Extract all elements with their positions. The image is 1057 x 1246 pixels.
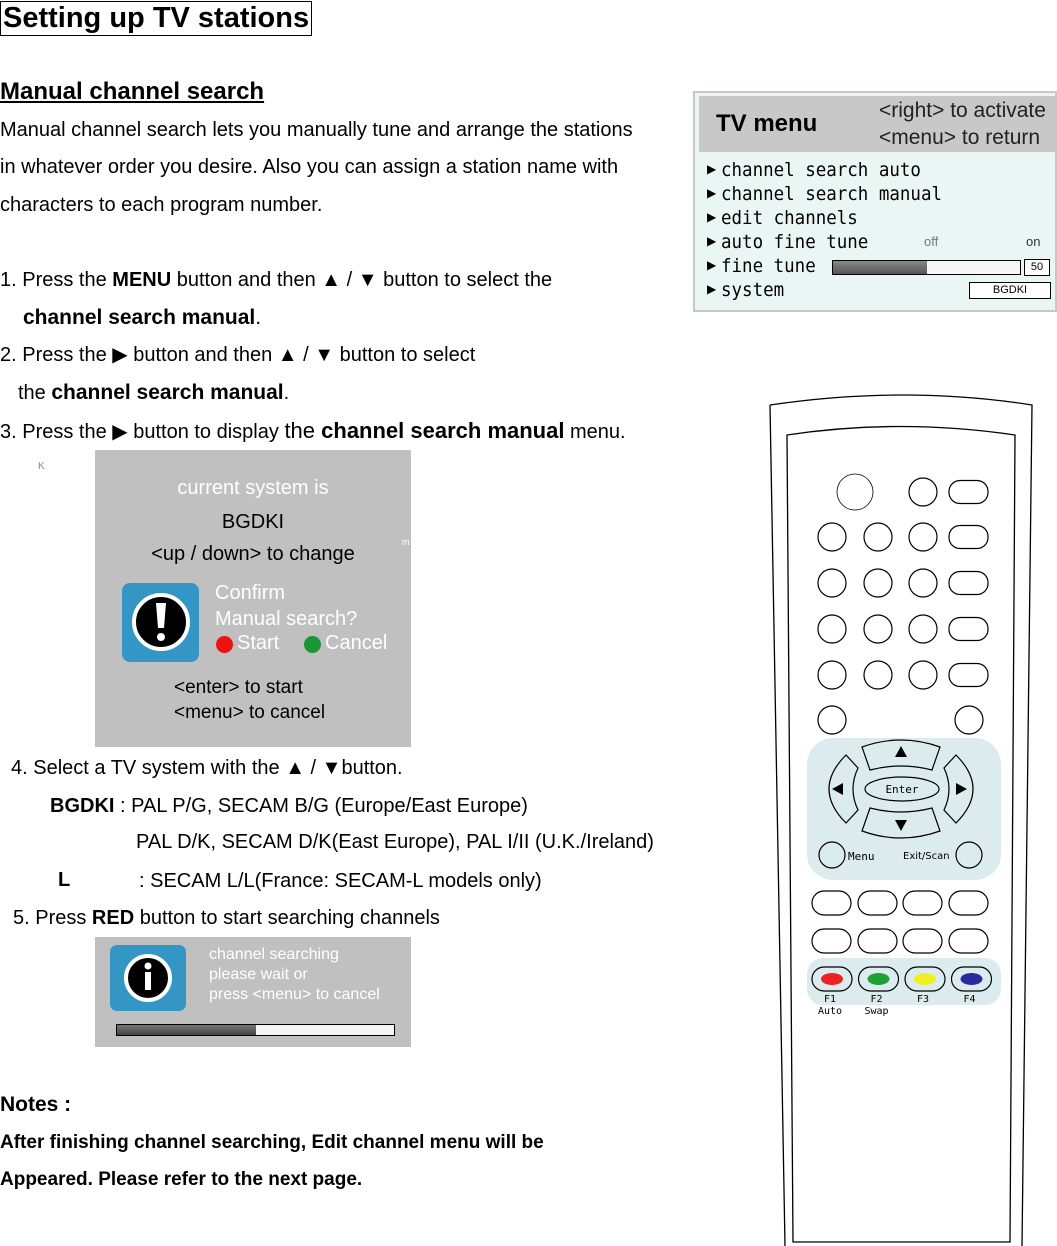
power-button[interactable] bbox=[836, 473, 874, 511]
number-button[interactable] bbox=[817, 614, 847, 644]
f-key-label: F4 bbox=[963, 994, 975, 1005]
color-key-icon bbox=[914, 973, 936, 985]
remote-button[interactable] bbox=[817, 705, 847, 735]
f-key-label: F2 bbox=[870, 994, 882, 1005]
number-button[interactable] bbox=[908, 522, 938, 552]
number-button[interactable] bbox=[863, 568, 893, 598]
remote-button[interactable] bbox=[908, 477, 938, 507]
f-key-sublabel: Auto bbox=[818, 1006, 842, 1017]
remote-button[interactable] bbox=[811, 890, 852, 916]
menu-label: Menu bbox=[848, 850, 875, 863]
number-button[interactable] bbox=[863, 522, 893, 552]
remote-button[interactable] bbox=[857, 928, 898, 954]
remote-button[interactable] bbox=[948, 524, 989, 550]
number-button[interactable] bbox=[817, 568, 847, 598]
color-key-icon bbox=[960, 973, 983, 985]
remote-control: Enter Menu Exit/Scan F1Auto F2Swap F3 F4 bbox=[769, 394, 1033, 1246]
remote-button[interactable] bbox=[948, 662, 989, 688]
number-button[interactable] bbox=[817, 660, 847, 690]
f-key-label: F1 bbox=[824, 994, 836, 1005]
remote-button[interactable] bbox=[948, 890, 989, 916]
f-key-sublabel: Swap bbox=[864, 1006, 888, 1017]
enter-label: Enter bbox=[885, 783, 918, 796]
number-button[interactable] bbox=[863, 660, 893, 690]
exit-scan-label: Exit/Scan bbox=[903, 851, 950, 862]
remote-button[interactable] bbox=[902, 890, 943, 916]
remote-button[interactable] bbox=[811, 928, 852, 954]
number-button[interactable] bbox=[908, 614, 938, 644]
color-key-icon bbox=[867, 973, 890, 985]
number-button[interactable] bbox=[817, 522, 847, 552]
color-key-icon bbox=[821, 973, 843, 985]
f-key-label: F3 bbox=[917, 994, 929, 1005]
remote-button[interactable] bbox=[948, 479, 989, 505]
remote-button[interactable] bbox=[948, 928, 989, 954]
number-button[interactable] bbox=[863, 614, 893, 644]
remote-button[interactable] bbox=[948, 616, 989, 642]
remote-button[interactable] bbox=[948, 570, 989, 596]
remote-button[interactable] bbox=[902, 928, 943, 954]
number-button[interactable] bbox=[908, 568, 938, 598]
remote-button[interactable] bbox=[954, 705, 984, 735]
remote-button[interactable] bbox=[857, 890, 898, 916]
number-button[interactable] bbox=[908, 660, 938, 690]
